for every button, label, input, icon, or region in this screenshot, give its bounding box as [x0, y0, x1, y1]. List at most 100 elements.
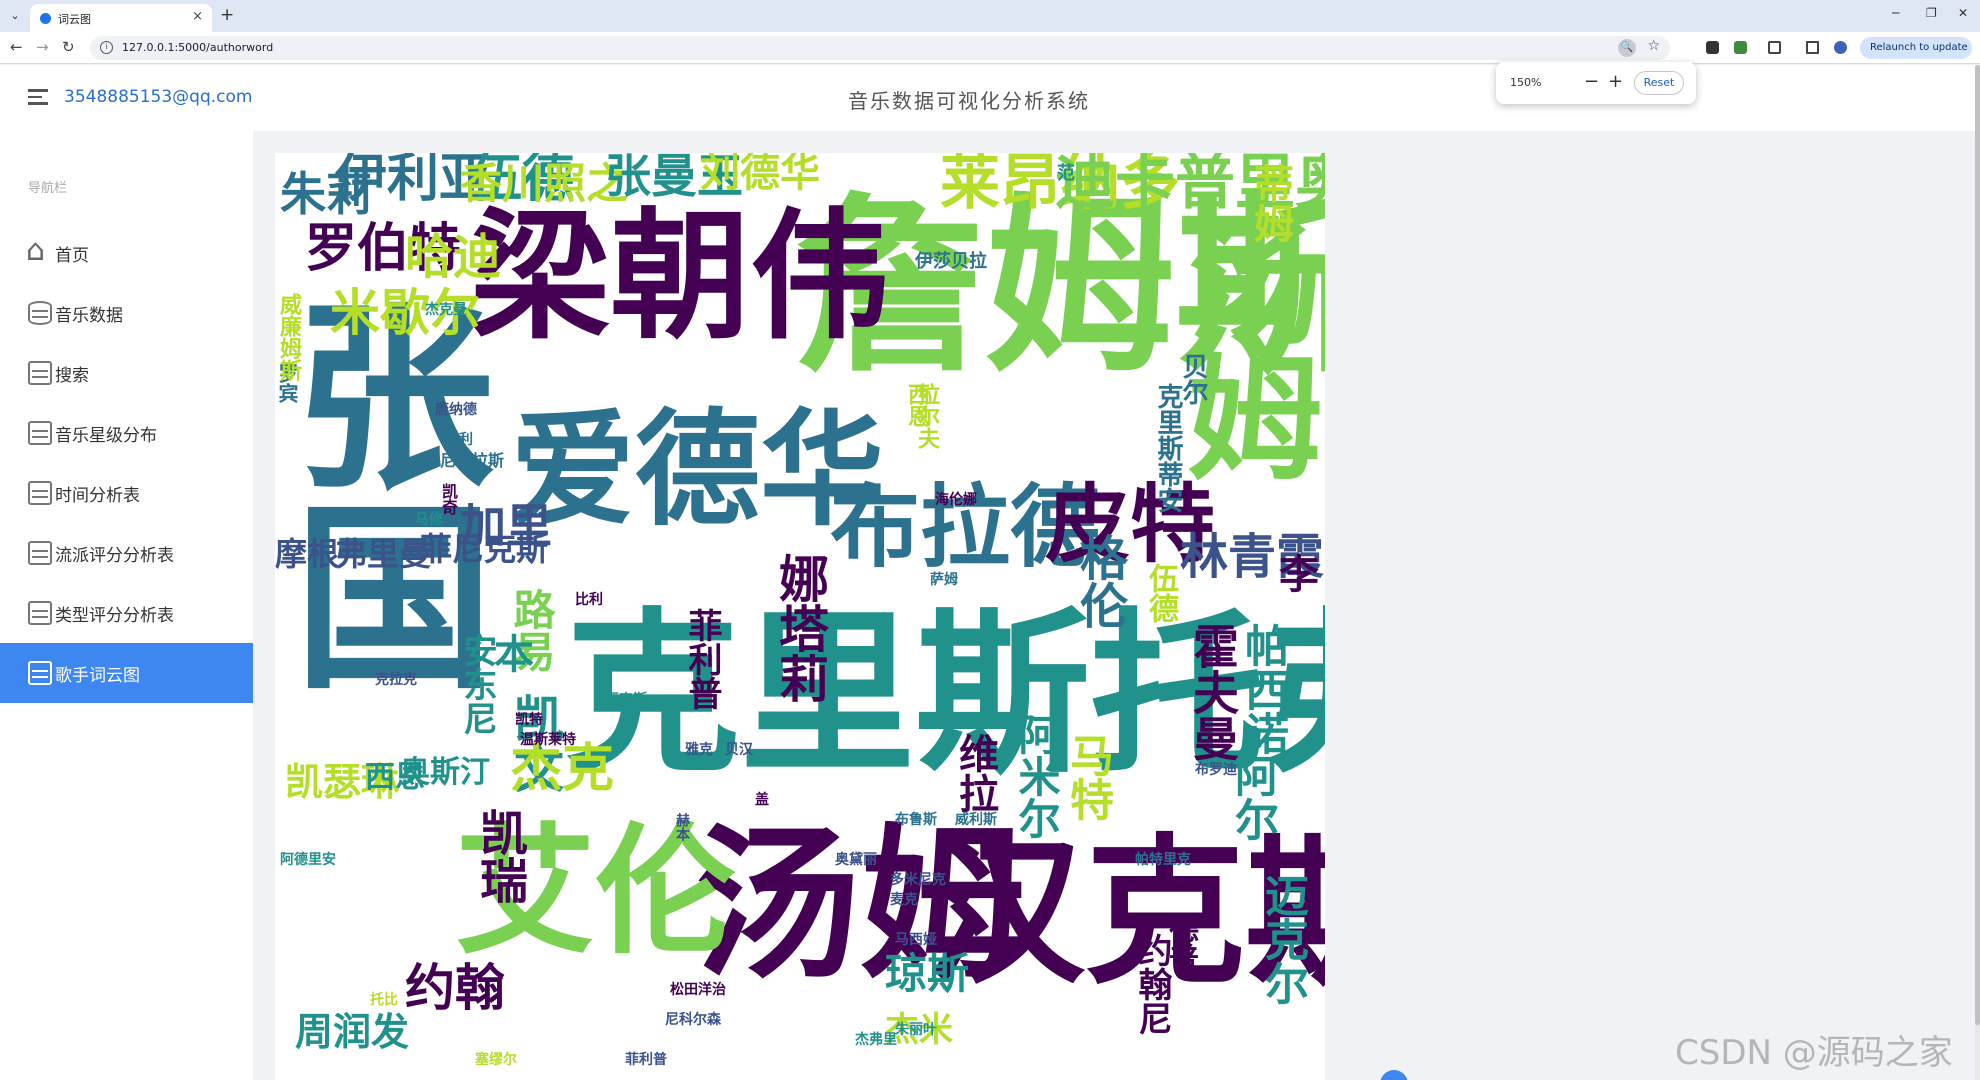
wordcloud-word: 伊莎贝拉	[915, 251, 987, 272]
database-icon	[28, 301, 52, 325]
browser-tab[interactable]: 词云图 ×	[30, 4, 212, 32]
wordcloud-word: 阿德里安	[280, 852, 336, 868]
wordcloud-word: 盖	[755, 792, 769, 808]
close-window-icon[interactable]: ✕	[1958, 6, 1968, 20]
wordcloud-word: 香川照之	[460, 159, 629, 208]
wordcloud-word: 比利	[575, 592, 603, 608]
nav-title: 导航栏	[28, 181, 68, 196]
close-tab-icon[interactable]: ×	[192, 9, 203, 24]
back-icon[interactable]: ←	[10, 38, 23, 56]
omnibox[interactable]: i 127.0.0.1:5000/authorword 🔍 ☆	[90, 36, 1670, 60]
wordcloud-word: 多米尼克	[890, 872, 946, 888]
wordcloud-word: 尼古拉斯	[440, 451, 505, 470]
wordcloud-word: 菲尼克斯	[420, 530, 549, 568]
url-text[interactable]: 127.0.0.1:5000/authorword	[122, 41, 273, 54]
wordcloud-word: 威利斯	[955, 812, 997, 828]
wordcloud-word: 刘德华	[700, 153, 820, 196]
menu-toggle-icon[interactable]	[28, 89, 48, 105]
wordcloud-word: 雅克	[685, 742, 713, 758]
home-icon	[26, 233, 52, 268]
wordcloud-word: 格伦	[1071, 533, 1127, 629]
tab-title: 词云图	[58, 13, 91, 26]
restore-icon[interactable]: ❐	[1926, 6, 1937, 20]
wordcloud-word: 伍德	[1143, 563, 1178, 623]
wordcloud-word: 马修	[415, 512, 443, 528]
reload-icon[interactable]: ↻	[62, 38, 75, 56]
sidebar-item-genre-rating[interactable]: 流派评分分析表	[0, 523, 253, 583]
wordcloud-word: 爱德华	[510, 398, 885, 543]
wordcloud-word: 奥斯汀	[400, 755, 490, 790]
wordcloud-word: 菲利普	[625, 1052, 667, 1068]
new-tab-icon[interactable]: +	[220, 5, 234, 25]
wordcloud-word: 朱莉	[280, 167, 372, 221]
wordcloud-word: 朱丽叶	[895, 1022, 937, 1038]
zoom-reset-button[interactable]: Reset	[1634, 71, 1684, 95]
zoom-icon[interactable]: 🔍	[1618, 39, 1636, 57]
favicon-icon	[40, 13, 51, 24]
sidebar-item-label: 搜索	[55, 366, 89, 386]
wordcloud-word: 摩根	[275, 535, 340, 573]
wordcloud-word: 麦克	[890, 892, 918, 908]
wordcloud-word: 维拉	[952, 733, 998, 813]
extensions-puzzle-icon[interactable]	[1768, 41, 1781, 54]
singer-wordcloud: 詹姆斯克里斯托弗汤姆汉克斯梁朝伟艾伦爱德华张国汤姆布拉德皮特莱昂纳多迪卡普里奥伊…	[275, 153, 1325, 1080]
page-scrollbar[interactable]	[1975, 65, 1980, 1080]
wordcloud-word: 阿米尔	[1012, 713, 1061, 839]
zoom-out-button[interactable]: −	[1584, 71, 1599, 92]
wordcloud-word: 马西娅	[895, 932, 937, 948]
wordcloud-word: 布罗迪	[1195, 762, 1237, 778]
minimize-icon[interactable]: ─	[1892, 6, 1899, 20]
table-icon	[28, 421, 52, 445]
sidebar-item-star-distribution[interactable]: 音乐星级分布	[0, 403, 253, 463]
sidebar-item-type-rating[interactable]: 类型评分分析表	[0, 583, 253, 643]
site-info-icon[interactable]: i	[100, 41, 113, 54]
wordcloud-word: 尼科尔森	[665, 1012, 721, 1028]
wordcloud-word: 萨姆	[930, 572, 958, 588]
wordcloud-word: 拉尔夫	[914, 383, 939, 449]
wordcloud-word: 帕西诺	[1237, 623, 1288, 755]
sidebar-item-music-data[interactable]: 音乐数据	[0, 283, 253, 343]
watermark-text: CSDN @源码之家	[1675, 1033, 1953, 1073]
wordcloud-word: 霍夫曼	[1186, 623, 1240, 761]
sidebar-item-time-analysis[interactable]: 时间分析表	[0, 463, 253, 523]
wordcloud-word: 杰克曼	[425, 302, 467, 318]
wordcloud-word: 塞缪尔	[475, 1052, 517, 1068]
wordcloud-word: 凯瑞	[471, 808, 527, 904]
sidebar-item-label: 音乐星级分布	[55, 426, 157, 446]
wordcloud-word: 德普	[1163, 913, 1198, 973]
wordcloud-word: 凯奇	[439, 483, 458, 515]
scrollbar-thumb[interactable]	[1975, 65, 1980, 1025]
sidebar: 导航栏 首页 音乐数据 搜索 音乐星级分布 时间分析表 流派评分分析表 类型评分…	[0, 131, 253, 1080]
sidebar-item-home[interactable]: 首页	[0, 223, 253, 283]
sidebar-item-search[interactable]: 搜索	[0, 343, 253, 403]
user-email[interactable]: 3548885153@qq.com	[64, 87, 252, 107]
tab-search-icon[interactable]: ⌄	[6, 7, 24, 25]
wordcloud-word: 赫本	[674, 813, 690, 841]
wordcloud-word: 范	[1054, 163, 1075, 181]
profile-avatar-icon[interactable]	[1834, 41, 1847, 54]
browser-tab-bar: ⌄ 词云图 × + ─ ❐ ✕	[0, 0, 1980, 32]
wordcloud-word: 娜塔莉	[771, 553, 829, 703]
wordcloud-word: 琼斯	[885, 949, 970, 998]
sidebar-item-label: 流派评分分析表	[55, 546, 174, 566]
wordcloud-word: 克拉克	[375, 672, 417, 688]
wordcloud-word: 贝汉	[725, 742, 753, 758]
wordcloud-word: 汤姆	[1164, 213, 1321, 483]
wordcloud-word: 海伦娜	[935, 492, 977, 508]
bookmark-star-icon[interactable]: ☆	[1647, 38, 1660, 54]
extension-icon[interactable]	[1706, 41, 1719, 54]
wordcloud-word: 蒂姆	[1247, 163, 1293, 243]
wordcloud-word: 福克斯	[605, 692, 647, 708]
browser-address-bar: ← → ↻ i 127.0.0.1:5000/authorword 🔍 ☆ Re…	[0, 32, 1980, 64]
forward-icon[interactable]: →	[36, 38, 49, 56]
sidebar-item-label: 首页	[55, 246, 89, 266]
wordcloud-word: 温斯莱特	[520, 732, 576, 748]
zoom-in-button[interactable]: +	[1608, 71, 1623, 92]
extension-icon[interactable]	[1734, 41, 1747, 54]
relaunch-button[interactable]: Relaunch to update	[1860, 37, 1972, 59]
wordcloud-word: 约翰	[405, 959, 505, 1017]
side-panel-icon[interactable]	[1806, 41, 1819, 54]
table-icon	[28, 541, 52, 565]
table-icon	[28, 361, 52, 385]
sidebar-item-singer-wordcloud[interactable]: 歌手词云图	[0, 643, 253, 703]
